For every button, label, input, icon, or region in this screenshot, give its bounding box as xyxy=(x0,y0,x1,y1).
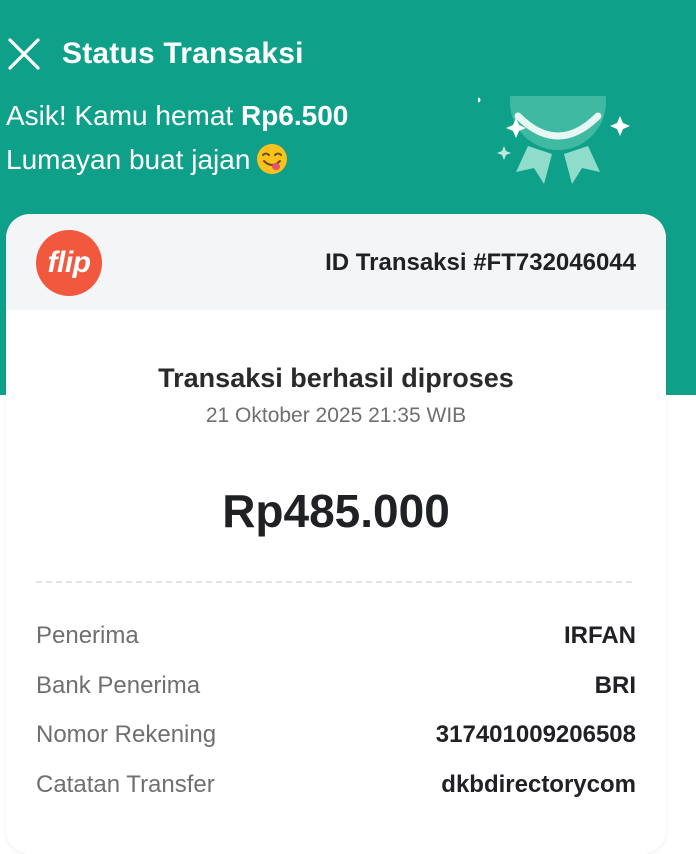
promo-saving-amount: Rp6.500 xyxy=(240,100,349,131)
detail-value: IRFAN xyxy=(564,622,636,649)
card-header: flip ID Transaksi #FT732046044 xyxy=(6,214,666,310)
promo-savings-text: Asik! Kamu hemat Rp6.500 xyxy=(6,96,348,136)
transaction-date: 21 Oktober 2025 21:35 WIB xyxy=(205,404,467,427)
dashed-divider xyxy=(36,581,632,583)
detail-row-account-number: Nomor Rekening 317401009206508 xyxy=(36,715,636,755)
page-title: Status Transaksi xyxy=(62,37,304,70)
detail-label: Nomor Rekening xyxy=(36,721,217,748)
flip-logo: flip xyxy=(36,230,102,296)
transaction-card: flip ID Transaksi #FT732046044 Transaksi… xyxy=(6,214,666,854)
detail-label: Bank Penerima xyxy=(36,672,201,699)
close-button[interactable] xyxy=(4,34,44,74)
detail-row-bank: Bank Penerima BRI xyxy=(36,666,636,706)
detail-value: 317401009206508 xyxy=(435,721,636,748)
yum-emoji-icon xyxy=(257,143,288,174)
transaction-id: ID Transaksi #FT732046044 xyxy=(325,249,636,276)
detail-label: Catatan Transfer xyxy=(36,771,215,798)
detail-value: dkbdirectorycom xyxy=(441,771,636,798)
detail-row-transfer-note: Catatan Transfer dkbdirectorycom xyxy=(36,765,636,805)
savings-badge-icon xyxy=(478,96,630,184)
close-icon xyxy=(8,38,40,70)
detail-row-recipient: Penerima IRFAN xyxy=(36,616,636,656)
promo-subtext: Lumayan buat jajan xyxy=(6,140,288,180)
detail-label: Penerima xyxy=(36,622,139,649)
promo-line2: Lumayan buat jajan xyxy=(6,144,251,175)
transfer-amount: Rp485.000 xyxy=(222,485,450,537)
promo-prefix: Asik! Kamu hemat xyxy=(6,100,241,131)
detail-value: BRI xyxy=(594,672,636,699)
status-title: Transaksi berhasil diproses xyxy=(158,363,514,393)
